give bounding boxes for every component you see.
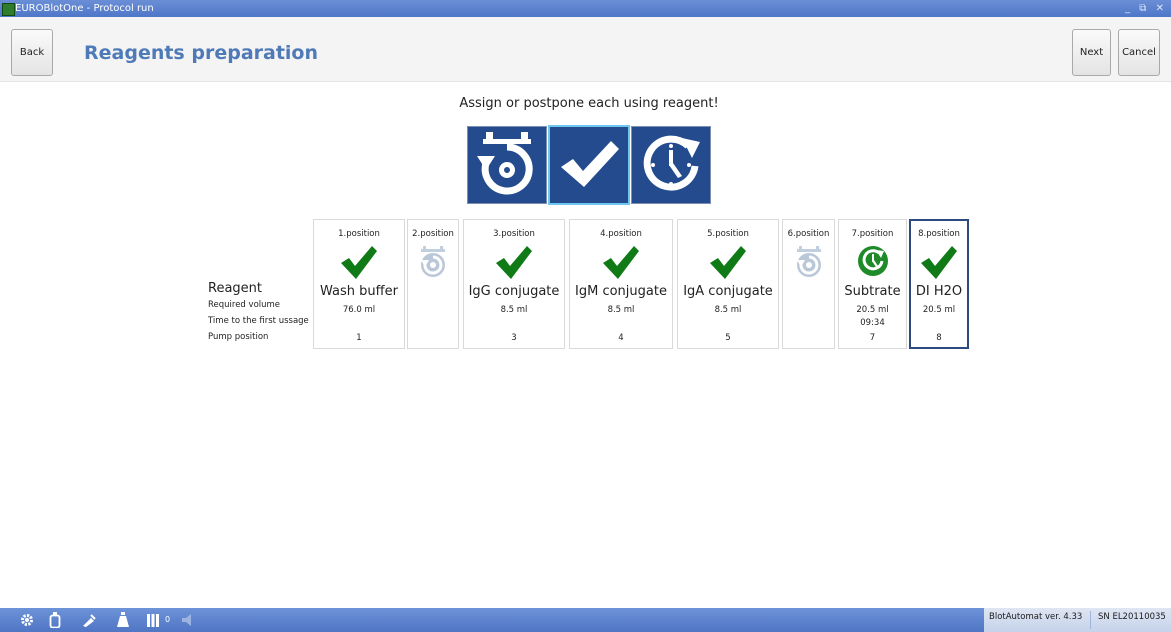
unassign-icon <box>477 132 533 195</box>
required-volume: 20.5 ml <box>922 305 956 315</box>
required-volume: 76.0 ml <box>342 305 376 315</box>
postpone-button[interactable] <box>631 126 711 204</box>
strips-icon[interactable] <box>145 611 163 629</box>
position-card[interactable]: 3.position IgG conjugate 8.5 ml 3 <box>463 219 565 349</box>
reagent-name: IgA conjugate <box>683 284 773 299</box>
assign-button[interactable] <box>548 125 630 205</box>
position-label: 5.position <box>707 229 749 239</box>
unassign-button[interactable] <box>467 126 547 204</box>
reagent-name: IgM conjugate <box>575 284 667 299</box>
checkmark-icon <box>602 245 640 281</box>
strips-count: 0 <box>165 615 171 624</box>
unassign-icon <box>790 245 828 281</box>
pump-position-row-label: Pump position <box>208 332 269 342</box>
pump-position: 1 <box>356 333 362 343</box>
checkmark-icon <box>561 141 619 187</box>
back-button[interactable]: Back <box>11 29 53 76</box>
position-label: 1.position <box>338 229 380 239</box>
position-card[interactable]: 6.position <box>782 219 835 349</box>
position-label: 7.position <box>851 229 894 239</box>
window-titlebar: EUROBlotOne - Protocol run _ ⧉ ✕ <box>0 0 1171 17</box>
next-button[interactable]: Next <box>1072 29 1111 76</box>
position-card[interactable]: 4.position IgM conjugate 8.5 ml 4 <box>569 219 673 349</box>
pump-position: 8 <box>936 333 942 343</box>
speaker-muted-icon[interactable] <box>180 611 198 629</box>
page-title: Reagents preparation <box>84 42 319 64</box>
position-label: 2.position <box>412 229 454 239</box>
reagent-name: DI H2O <box>915 284 963 299</box>
unassign-icon <box>414 245 452 281</box>
pump-position: 4 <box>618 333 624 343</box>
pipette-icon[interactable] <box>80 611 98 629</box>
checkmark-icon <box>920 245 958 281</box>
position-card[interactable]: 1.position Wash buffer 76.0 ml 1 <box>313 219 405 349</box>
instruction-text: Assign or postpone each using reagent! <box>459 96 719 111</box>
reagent-name: Wash buffer <box>320 284 398 299</box>
cancel-button[interactable]: Cancel <box>1118 29 1160 76</box>
position-label: 6.position <box>787 229 830 239</box>
header-bar: Back Reagents preparation Next Cancel <box>0 17 1171 82</box>
bottle-icon[interactable] <box>46 611 64 629</box>
serial-number: SN EL20110035 <box>1098 612 1166 622</box>
version-text: BlotAutomat ver. 4.33 <box>989 612 1083 622</box>
pump-position: 7 <box>869 333 876 343</box>
postpone-clock-icon <box>643 135 700 191</box>
window-controls[interactable]: _ ⧉ ✕ <box>1125 0 1167 17</box>
time-first-usage: 09:34 <box>860 318 885 328</box>
position-card[interactable]: 5.position IgA conjugate 8.5 ml 5 <box>677 219 779 349</box>
reagent-name: IgG conjugate <box>468 284 560 299</box>
app-icon <box>2 3 15 16</box>
window-title: EUROBlotOne - Protocol run <box>15 3 154 14</box>
position-card[interactable]: 7.position Subtrate 20.5 ml 09:34 7 <box>838 219 907 349</box>
required-volume-row-label: Required volume <box>208 300 281 310</box>
postpone-clock-icon <box>854 245 892 281</box>
time-first-usage-row-label: Time to the first ussage <box>208 316 309 326</box>
position-label: 8.position <box>918 229 960 239</box>
statusbar-divider <box>1090 611 1091 629</box>
required-volume: 20.5 ml <box>856 305 889 315</box>
required-volume: 8.5 ml <box>607 305 635 315</box>
position-card[interactable]: 2.position <box>407 219 459 349</box>
checkmark-icon <box>709 245 747 281</box>
position-card[interactable]: 8.position DI H2O 20.5 ml 8 <box>909 219 969 349</box>
gear-icon[interactable] <box>18 611 36 629</box>
position-label: 3.position <box>493 229 535 239</box>
required-volume: 8.5 ml <box>500 305 528 315</box>
position-label: 4.position <box>600 229 642 239</box>
checkmark-icon <box>340 245 378 281</box>
pump-position: 5 <box>725 333 731 343</box>
required-volume: 8.5 ml <box>714 305 742 315</box>
checkmark-icon <box>495 245 533 281</box>
reagent-row-label: Reagent <box>208 281 262 296</box>
pump-position: 3 <box>511 333 517 343</box>
flask-icon[interactable] <box>114 611 132 629</box>
reagent-name: Subtrate <box>844 284 901 299</box>
